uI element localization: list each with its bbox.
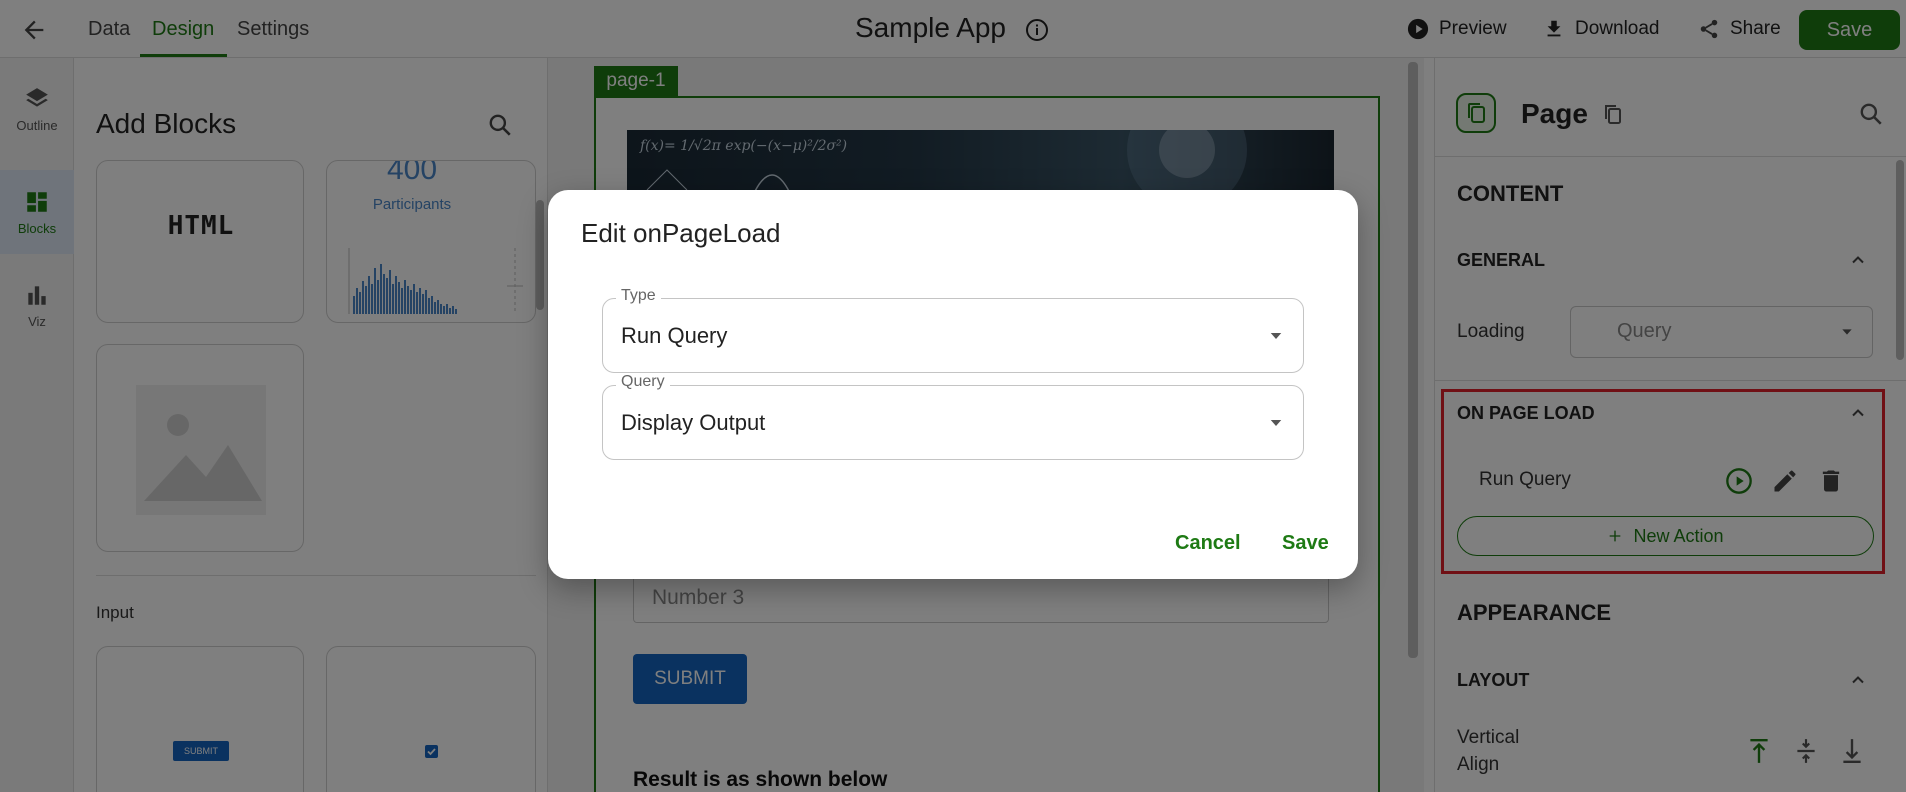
type-field-label: Type	[616, 287, 661, 305]
dialog-title: Edit onPageLoad	[581, 218, 781, 248]
dialog-cancel-button[interactable]: Cancel	[1175, 532, 1241, 555]
type-select[interactable]: Run Query	[602, 298, 1304, 373]
dialog-save-button[interactable]: Save	[1282, 532, 1329, 555]
query-select[interactable]: Display Output	[602, 385, 1304, 460]
query-field-label: Query	[616, 373, 670, 391]
query-dropdown-arrow-icon	[1267, 414, 1285, 432]
query-select-value: Display Output	[621, 410, 766, 435]
type-dropdown-arrow-icon	[1267, 327, 1285, 345]
type-select-value: Run Query	[621, 323, 728, 348]
